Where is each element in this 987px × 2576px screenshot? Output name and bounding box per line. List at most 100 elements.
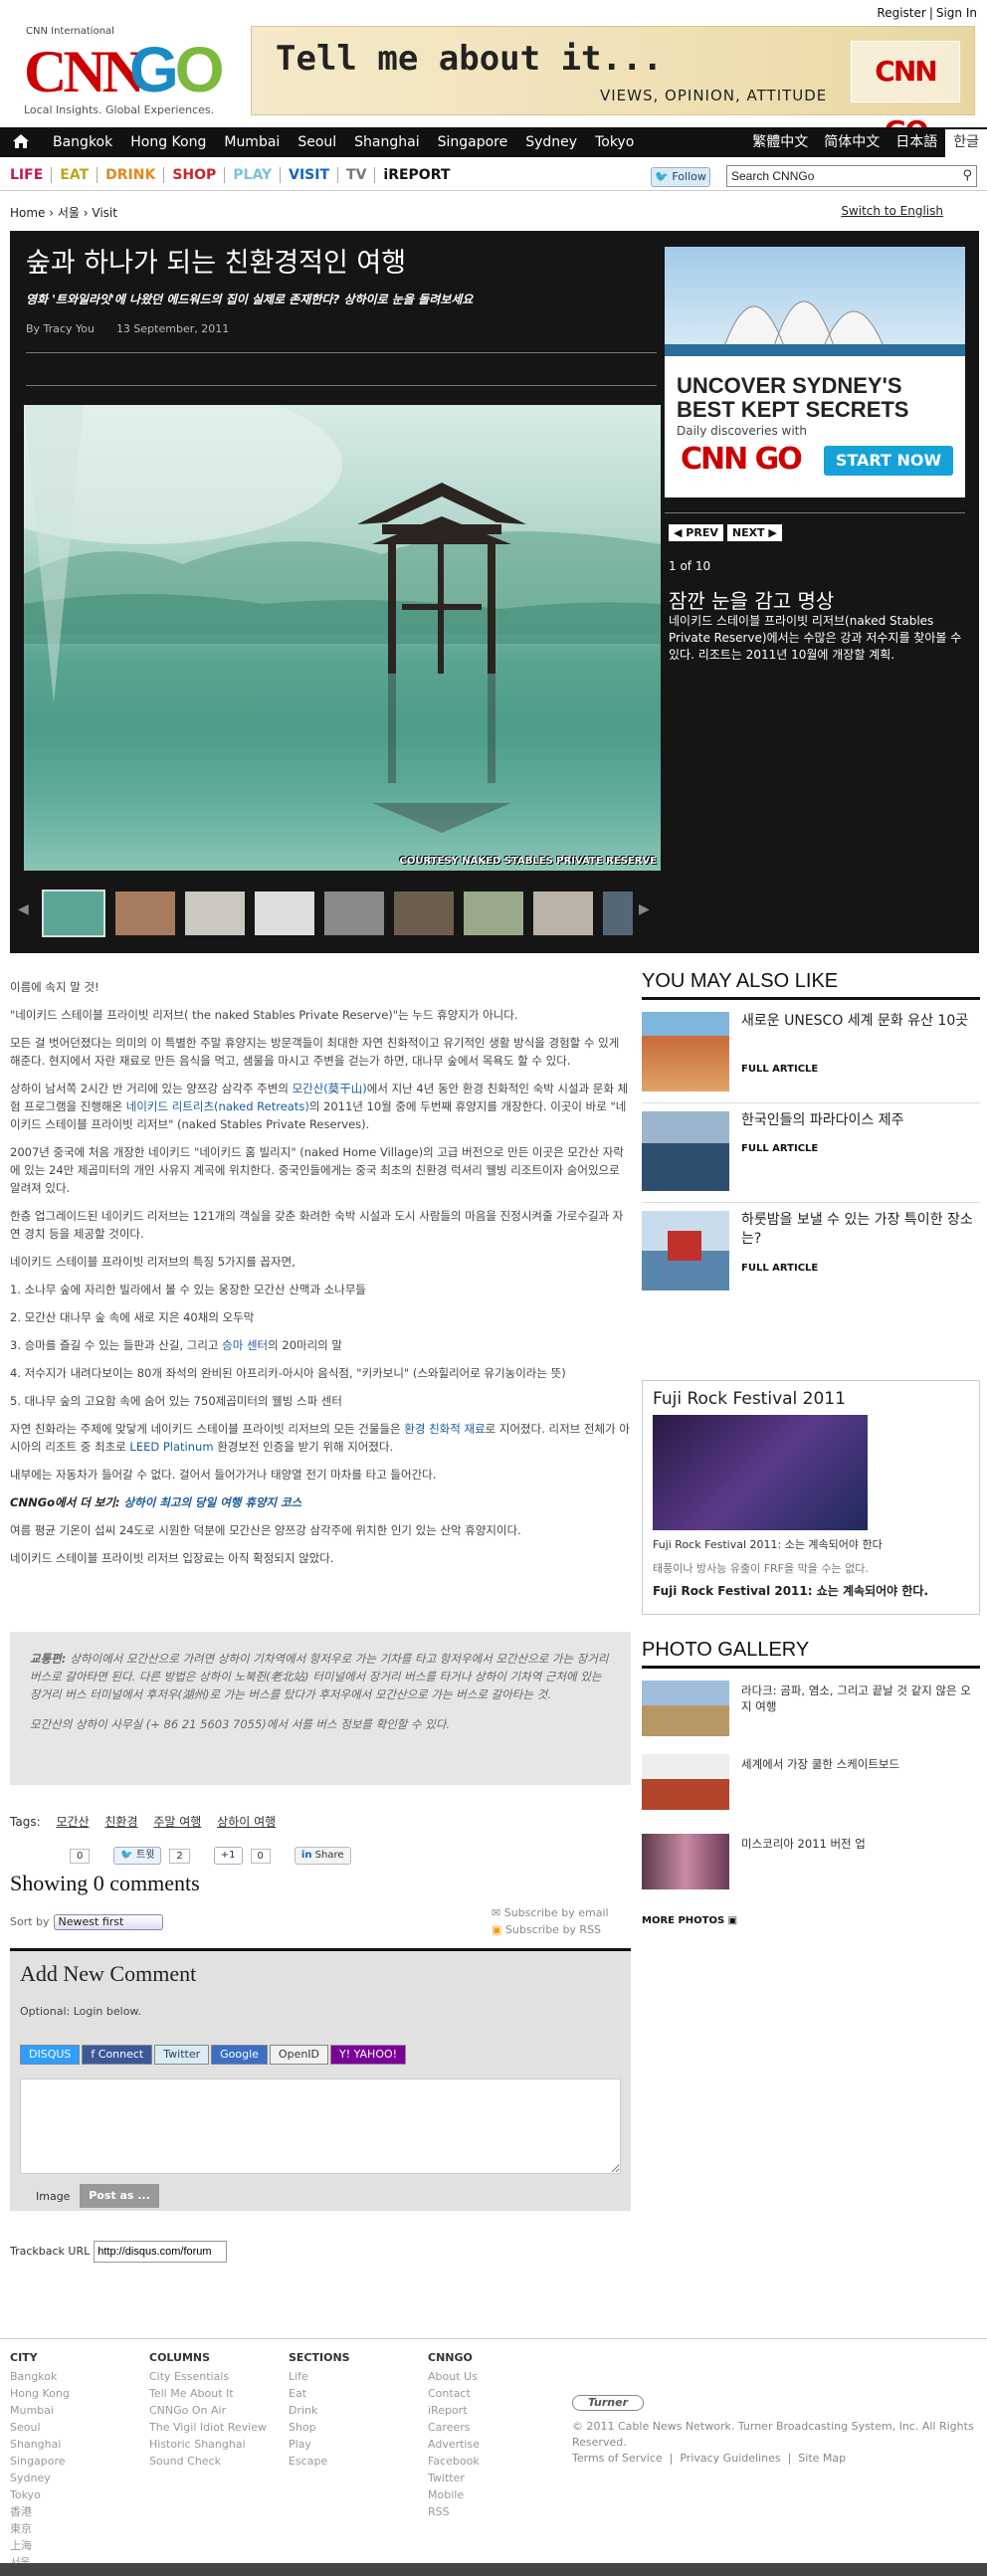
lang-link[interactable]: 繁體中文 xyxy=(744,127,816,157)
lang-link-selected[interactable]: 한글 xyxy=(945,129,987,157)
switch-language-link[interactable]: Switch to English xyxy=(841,204,943,218)
next-button[interactable]: NEXT ▶ xyxy=(726,524,782,541)
more-link[interactable]: 상하이 최고의 당일 여행 휴양지 코스 xyxy=(124,1495,302,1509)
plusone-button[interactable]: +1 xyxy=(213,1847,243,1865)
story-title[interactable]: 한국인들의 파라다이스 제주 xyxy=(741,1111,978,1130)
footer-link[interactable]: Contact xyxy=(428,2385,480,2402)
thumbnail[interactable] xyxy=(394,892,454,935)
breadcrumb[interactable]: Home › 서울 › Visit xyxy=(10,204,117,221)
inline-link[interactable]: LEED Platinum xyxy=(129,1440,213,1454)
footer-link[interactable]: Mumbai xyxy=(10,2402,70,2419)
footer-link[interactable]: Play xyxy=(289,2436,350,2453)
gallery-item[interactable]: 미스코리아 2011 버전 업 xyxy=(642,1834,980,1893)
thumbs-next-icon[interactable]: ▶ xyxy=(639,901,650,917)
footer-link[interactable]: Hong Kong xyxy=(10,2385,70,2402)
footer-link[interactable]: Bangkok xyxy=(10,2368,70,2385)
thumbnail[interactable] xyxy=(255,892,314,935)
section-link[interactable]: DRINK xyxy=(105,167,165,183)
lang-link[interactable]: 简体中文 xyxy=(816,127,888,157)
city-link[interactable]: Mumbai xyxy=(215,127,289,157)
full-article-link[interactable]: FULL ARTICLE xyxy=(741,1064,818,1075)
section-link[interactable]: PLAY xyxy=(233,167,282,183)
full-article-link[interactable]: FULL ARTICLE xyxy=(741,1143,818,1154)
footer-link[interactable]: Careers xyxy=(428,2419,480,2436)
footer-link[interactable]: Shanghai xyxy=(10,2436,70,2453)
footer-link[interactable]: 香港 xyxy=(10,2503,70,2520)
prev-button[interactable]: ◀ PREV xyxy=(669,524,723,541)
gallery-thumbnail[interactable] xyxy=(642,1681,729,1736)
section-link[interactable]: VISIT xyxy=(289,167,339,183)
lang-link[interactable]: 日本語 xyxy=(888,127,945,157)
comment-textarea[interactable] xyxy=(20,2079,621,2174)
trackback-url-field[interactable] xyxy=(94,2241,228,2263)
yahoo-login-button[interactable]: Y! YAHOO! xyxy=(330,2045,407,2065)
story-title[interactable]: 하룻밤을 보낼 수 있는 가장 특이한 장소는? xyxy=(741,1211,978,1249)
footer-link[interactable]: Facebook xyxy=(428,2453,480,2470)
tag-link[interactable]: 모간산 xyxy=(56,1815,89,1829)
thumbnail[interactable] xyxy=(603,892,633,935)
section-link[interactable]: TV xyxy=(346,167,376,183)
gallery-thumbnail[interactable] xyxy=(642,1834,729,1889)
thumbnail[interactable] xyxy=(324,892,384,935)
inline-link[interactable]: 환경 친화적 재료 xyxy=(404,1422,485,1436)
inline-link[interactable]: 네이키드 리트리츠(naked Retreats) xyxy=(126,1099,309,1113)
turner-logo[interactable]: Turner xyxy=(572,2395,644,2411)
city-link[interactable]: Bangkok xyxy=(44,127,121,157)
footer-link[interactable]: Escape xyxy=(289,2453,350,2470)
gallery-item-title[interactable]: 세계에서 가장 쿨한 스케이트보드 xyxy=(741,1756,980,1772)
footer-link[interactable]: Privacy Guidelines xyxy=(680,2452,780,2465)
footer-link[interactable]: Tokyo xyxy=(10,2486,70,2503)
footer-link[interactable]: Singapore xyxy=(10,2453,70,2470)
register-link[interactable]: Register xyxy=(877,6,925,20)
tweet-button[interactable]: 🐦 트윗 xyxy=(113,1847,162,1865)
cnngo-logo[interactable]: CNN International CNN GO Local Insights.… xyxy=(20,26,229,121)
gallery-item[interactable]: 라다크: 곰파, 염소, 그리고 끝날 것 같지 않은 오지 여행 xyxy=(642,1681,980,1740)
footer-link[interactable]: Advertise xyxy=(428,2436,480,2453)
search-icon[interactable]: ⚲ xyxy=(962,168,972,183)
section-link[interactable]: EAT xyxy=(60,167,99,183)
story-thumbnail[interactable] xyxy=(642,1012,729,1091)
section-link[interactable]: LIFE xyxy=(10,167,53,183)
city-link[interactable]: Seoul xyxy=(289,127,345,157)
ad-start-now-button[interactable]: START NOW xyxy=(824,446,953,476)
footer-link[interactable]: Seoul xyxy=(10,2419,70,2436)
thumbnail[interactable] xyxy=(185,892,245,935)
thumbnail[interactable] xyxy=(464,892,523,935)
gallery-item-title[interactable]: 라다크: 곰파, 염소, 그리고 끝날 것 같지 않은 오지 여행 xyxy=(741,1683,980,1714)
image-upload-link[interactable]: Image xyxy=(36,2190,70,2203)
thumbnail[interactable] xyxy=(115,892,175,935)
footer-link[interactable]: RSS xyxy=(428,2503,480,2520)
footer-link[interactable]: The Vigil Idiot Review xyxy=(149,2419,267,2436)
footer-link[interactable]: Terms of Service xyxy=(572,2452,663,2465)
gallery-thumbnail[interactable] xyxy=(642,1754,729,1810)
thumbnail[interactable] xyxy=(533,892,593,935)
disqus-login-button[interactable]: DISQUS xyxy=(20,2045,81,2065)
footer-link[interactable]: Sound Check xyxy=(149,2453,267,2470)
google-login-button[interactable]: Google xyxy=(211,2045,268,2065)
fuji-photo[interactable] xyxy=(653,1415,868,1530)
story-thumbnail[interactable] xyxy=(642,1211,729,1290)
twitter-login-button[interactable]: Twitter xyxy=(154,2045,210,2065)
related-story[interactable]: 하룻밤을 보낼 수 있는 가장 특이한 장소는? FULL ARTICLE xyxy=(642,1203,980,1302)
story-title[interactable]: 새로운 UNESCO 세계 문화 유산 10곳 xyxy=(741,1012,978,1031)
home-icon[interactable] xyxy=(12,133,32,151)
footer-link[interactable]: Eat xyxy=(289,2385,350,2402)
full-article-link[interactable]: FULL ARTICLE xyxy=(741,1263,818,1274)
footer-link[interactable]: CNNGo On Air xyxy=(149,2402,267,2419)
footer-link[interactable]: 上海 xyxy=(10,2537,70,2554)
main-photo[interactable]: COURTESY NAKED STABLES PRIVATE RESERVE xyxy=(24,405,661,871)
footer-link[interactable]: 東京 xyxy=(10,2520,70,2537)
subscribe-email-link[interactable]: ✉ Subscribe by email xyxy=(492,1904,609,1921)
city-link[interactable]: Singapore xyxy=(429,127,517,157)
footer-link[interactable]: Life xyxy=(289,2368,350,2385)
gallery-item[interactable]: 세계에서 가장 쿨한 스케이트보드 xyxy=(642,1754,980,1814)
footer-link[interactable]: City Essentials xyxy=(149,2368,267,2385)
related-story[interactable]: 새로운 UNESCO 세계 문화 유산 10곳 FULL ARTICLE xyxy=(642,1004,980,1103)
footer-link[interactable]: Sydney xyxy=(10,2470,70,2486)
sydney-ad[interactable]: UNCOVER SYDNEY'S BEST KEPT SECRETS Daily … xyxy=(665,247,965,497)
footer-link[interactable]: Shop xyxy=(289,2419,350,2436)
footer-link[interactable]: Tell Me About It xyxy=(149,2385,267,2402)
footer-link[interactable]: Drink xyxy=(289,2402,350,2419)
post-comment-button[interactable]: Post as ... xyxy=(80,2184,159,2208)
section-link[interactable]: iREPORT xyxy=(383,167,458,183)
